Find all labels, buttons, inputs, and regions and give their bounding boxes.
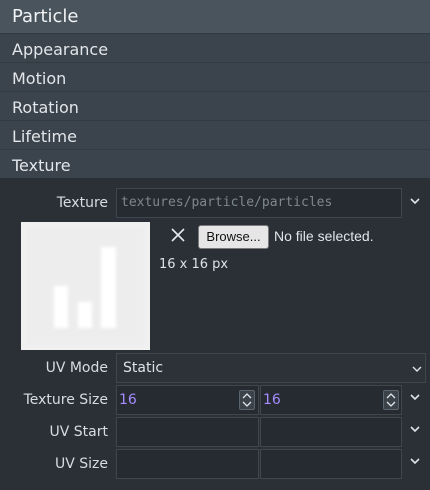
section-label: Rotation xyxy=(12,98,79,117)
close-icon[interactable] xyxy=(169,226,187,244)
uv-size-y-input[interactable] xyxy=(260,449,402,479)
section-label: Motion xyxy=(12,69,67,88)
texture-size-height-input[interactable]: 16 xyxy=(260,385,402,415)
section-texture[interactable]: Texture xyxy=(0,149,430,178)
uv-mode-select[interactable]: Static xyxy=(116,353,426,383)
section-label: Lifetime xyxy=(12,127,77,146)
texture-size-width-value: 16 xyxy=(119,392,137,408)
texture-path-field[interactable]: textures/particle/particles xyxy=(116,188,402,218)
chevron-down-icon[interactable] xyxy=(409,392,421,402)
uv-size-x-input[interactable] xyxy=(116,449,259,479)
section-label: Texture xyxy=(12,156,71,175)
browse-button[interactable]: Browse... xyxy=(198,225,269,249)
uv-mode-value: Static xyxy=(123,360,164,376)
no-file-text: No file selected. xyxy=(274,228,374,244)
texture-thumbnail-image xyxy=(21,222,150,350)
section-label: Appearance xyxy=(12,40,109,59)
section-lifetime[interactable]: Lifetime xyxy=(0,120,430,149)
section-rotation[interactable]: Rotation xyxy=(0,91,430,120)
section-appearance[interactable]: Appearance xyxy=(0,33,430,62)
texture-dimensions: 16 x 16 px xyxy=(159,257,229,272)
chevron-down-icon[interactable] xyxy=(409,196,421,206)
section-motion[interactable]: Motion xyxy=(0,62,430,91)
uv-start-x-input[interactable] xyxy=(116,417,259,447)
spinner-arrows-icon[interactable] xyxy=(383,390,399,410)
uv-mode-label: UV Mode xyxy=(45,360,108,376)
chevron-down-icon xyxy=(411,364,423,374)
texture-label: Texture xyxy=(56,195,108,211)
texture-size-label: Texture Size xyxy=(23,392,108,408)
uv-start-label: UV Start xyxy=(49,424,108,440)
chevron-down-icon[interactable] xyxy=(409,456,421,466)
texture-preview xyxy=(21,222,150,350)
texture-path-value: textures/particle/particles xyxy=(121,195,333,210)
texture-size-width-input[interactable]: 16 xyxy=(116,385,259,415)
uv-start-y-input[interactable] xyxy=(260,417,402,447)
uv-size-label: UV Size xyxy=(54,456,108,472)
texture-size-height-value: 16 xyxy=(263,392,281,408)
panel-header[interactable]: Particle xyxy=(0,0,430,33)
panel-title: Particle xyxy=(12,6,79,27)
chevron-down-icon[interactable] xyxy=(409,424,421,434)
spinner-arrows-icon[interactable] xyxy=(239,390,255,410)
